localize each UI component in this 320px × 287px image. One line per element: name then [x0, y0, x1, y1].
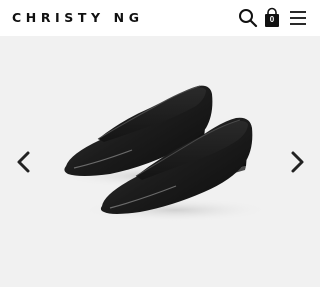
cart-count-badge: 0: [269, 15, 275, 24]
product-image: [60, 85, 270, 222]
site-header: CHRISTY NG 0: [0, 0, 320, 36]
hamburger-menu-icon[interactable]: [287, 7, 309, 29]
chevron-left-icon[interactable]: [12, 148, 36, 176]
chevron-right-icon[interactable]: [285, 148, 309, 176]
product-image-gallery[interactable]: [0, 36, 320, 287]
brand-logo[interactable]: CHRISTY NG: [12, 10, 144, 25]
search-icon[interactable]: [237, 7, 259, 29]
